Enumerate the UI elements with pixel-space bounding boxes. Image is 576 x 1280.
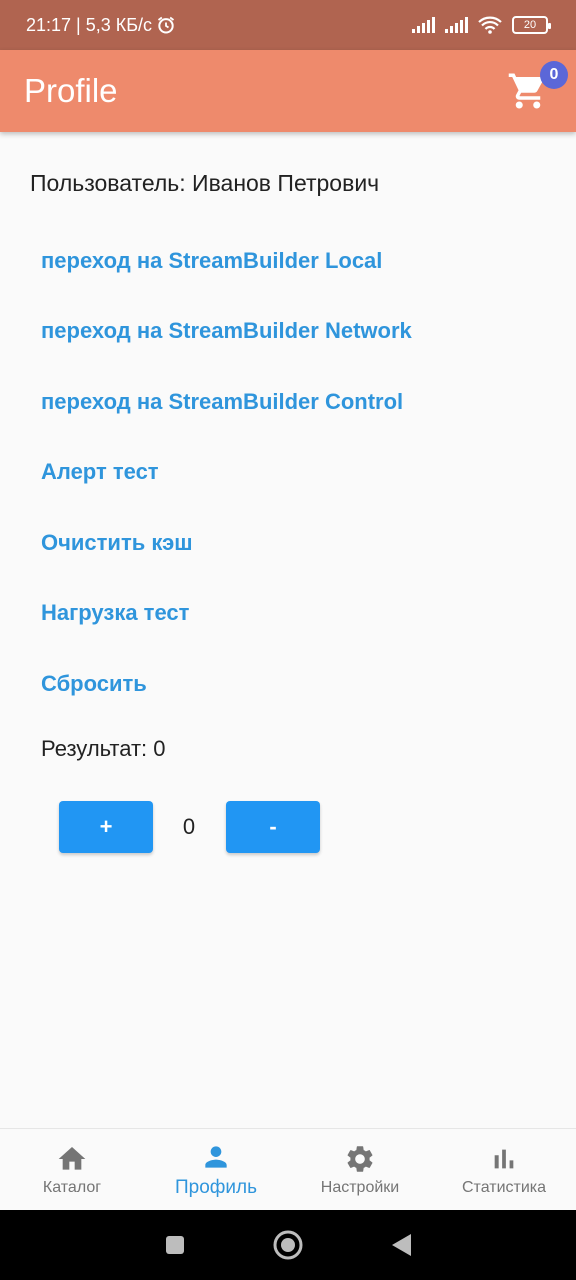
bottom-navigation: Каталог Профиль Настройки Статистика bbox=[0, 1128, 576, 1210]
streambuilder-network-button[interactable]: переход на StreamBuilder Network bbox=[41, 318, 412, 344]
user-name-text: Пользователь: Иванов Петрович bbox=[30, 170, 380, 196]
home-icon bbox=[58, 1147, 86, 1170]
status-bar: 21:17 | 5,3 КБ/с 20 bbox=[0, 0, 576, 50]
streambuilder-local-button[interactable]: переход на StreamBuilder Local bbox=[41, 248, 382, 274]
reset-button[interactable]: Сбросить bbox=[41, 671, 147, 697]
counter-value: 0 bbox=[182, 814, 196, 839]
app-bar: Profile 0 bbox=[0, 50, 576, 132]
cart-count-badge: 0 bbox=[540, 61, 568, 89]
system-navigation-bar bbox=[0, 1210, 576, 1280]
bar-chart-icon bbox=[494, 1149, 514, 1169]
gear-icon bbox=[347, 1146, 373, 1172]
home-button-icon[interactable] bbox=[272, 1229, 304, 1261]
battery-level: 20 bbox=[523, 19, 537, 31]
nav-label-profile: Профиль bbox=[174, 1177, 258, 1198]
nav-label-settings: Настройки bbox=[320, 1179, 400, 1196]
nav-item-catalog[interactable]: Каталог bbox=[0, 1129, 144, 1211]
alarm-icon bbox=[157, 16, 175, 34]
page-title: Profile bbox=[24, 72, 118, 109]
decrement-button[interactable]: - bbox=[226, 801, 320, 853]
result-text: Результат: 0 bbox=[41, 736, 166, 761]
signal-icon-2 bbox=[445, 17, 468, 33]
back-icon[interactable] bbox=[389, 1232, 413, 1258]
nav-item-profile[interactable]: Профиль bbox=[144, 1129, 288, 1211]
recent-apps-icon[interactable] bbox=[163, 1233, 187, 1257]
nav-label-catalog: Каталог bbox=[42, 1179, 102, 1196]
alert-test-button[interactable]: Алерт тест bbox=[41, 459, 159, 485]
increment-button[interactable]: + bbox=[59, 801, 153, 853]
cart-button[interactable]: 0 bbox=[504, 61, 568, 115]
person-icon bbox=[205, 1146, 227, 1168]
nav-item-settings[interactable]: Настройки bbox=[288, 1129, 432, 1211]
wifi-icon bbox=[478, 16, 502, 34]
streambuilder-control-button[interactable]: переход на StreamBuilder Control bbox=[41, 389, 403, 415]
load-test-button[interactable]: Нагрузка тест bbox=[41, 600, 189, 626]
clear-cache-button[interactable]: Очистить кэш bbox=[41, 530, 193, 556]
signal-icon bbox=[412, 17, 435, 33]
nav-item-statistics[interactable]: Статистика bbox=[432, 1129, 576, 1211]
battery-icon: 20 bbox=[512, 16, 551, 34]
status-time: 21:17 | 5,3 КБ/с bbox=[26, 14, 153, 35]
nav-label-statistics: Статистика bbox=[461, 1179, 547, 1196]
